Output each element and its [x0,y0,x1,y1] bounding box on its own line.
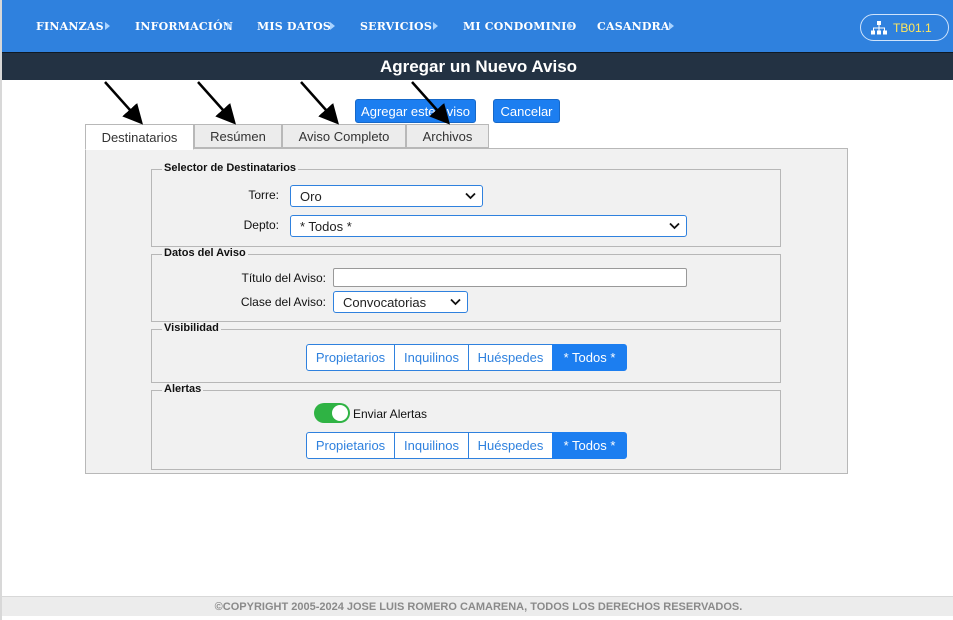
chevron-right-icon [227,22,232,30]
notice-title-label: Título del Aviso: [241,271,327,285]
dept-select[interactable]: * Todos * [290,215,687,237]
arrow-to-aviso-completo-tab [300,81,339,125]
visibility-inquilinos-button[interactable]: Inquilinos [394,344,469,371]
top-nav: FINANZAS INFORMACIÓN MIS DATOS SERVICIOS… [2,0,953,52]
chevron-down-icon [450,298,461,306]
send-alerts-label: Enviar Alertas [353,407,428,421]
visibility-segmented-control: Propietarios Inquilinos Huéspedes * Todo… [306,344,627,371]
cancel-button[interactable]: Cancelar [493,99,560,123]
nav-finanzas[interactable]: FINANZAS [36,0,104,52]
tower-select[interactable]: Oro [290,185,483,207]
notice-legend: Datos del Aviso [162,247,248,259]
tower-select-value: Oro [300,188,322,204]
nav-mi-condominio[interactable]: MI CONDOMINIO [463,0,576,52]
chevron-right-icon [433,22,438,30]
nav-informacion[interactable]: INFORMACIÓN [135,0,233,52]
chevron-right-icon [669,22,674,30]
tab-archivos[interactable]: Archivos [406,124,489,148]
tab-resumen[interactable]: Resúmen [194,124,282,148]
notice-class-value: Convocatorias [343,294,427,310]
chevron-down-icon [465,192,476,200]
alerts-inquilinos-button[interactable]: Inquilinos [394,432,469,459]
visibility-todos-button[interactable]: * Todos * [552,344,627,371]
alerts-todos-button[interactable]: * Todos * [552,432,627,459]
notice-title-input[interactable] [333,268,687,287]
tab-aviso-completo[interactable]: Aviso Completo [282,124,406,148]
visibility-huespedes-button[interactable]: Huéspedes [468,344,553,371]
alerts-segmented-control: Propietarios Inquilinos Huéspedes * Todo… [306,432,627,459]
tab-destinatarios[interactable]: Destinatarios [85,124,194,150]
alerts-huespedes-button[interactable]: Huéspedes [468,432,553,459]
nav-mis-datos[interactable]: MIS DATOS [257,0,331,52]
nav-servicios[interactable]: SERVICIOS [360,0,432,52]
footer-copyright: ©COPYRIGHT 2005-2024 JOSE LUIS ROMERO CA… [2,596,953,616]
dept-select-value: * Todos * [300,218,352,234]
user-code: TB01.1 [893,20,932,35]
nav-casandra[interactable]: CASANDRA [597,0,670,52]
visibility-legend: Visibilidad [162,322,221,334]
sitemap-icon [871,20,887,34]
add-notice-button[interactable]: Agregar este Aviso [355,99,476,123]
toggle-knob [332,405,348,421]
notice-class-select[interactable]: Convocatorias [333,291,468,313]
notice-class-label: Clase del Aviso: [240,295,326,309]
chevron-down-icon [669,222,680,230]
user-menu-button[interactable]: TB01.1 [860,14,949,41]
arrow-to-resumen-tab [197,81,236,125]
chevron-right-icon [568,22,573,30]
visibility-propietarios-button[interactable]: Propietarios [306,344,395,371]
chevron-right-icon [105,22,110,30]
tower-label: Torre: [248,188,279,202]
page: FINANZAS INFORMACIÓN MIS DATOS SERVICIOS… [0,0,953,620]
send-alerts-toggle[interactable] [314,403,350,423]
page-title: Agregar un Nuevo Aviso [2,52,953,80]
chevron-right-icon [330,22,335,30]
alerts-legend: Alertas [162,383,204,395]
arrow-to-destinatarios-tab [104,81,143,125]
dept-label: Depto: [243,218,279,232]
alerts-propietarios-button[interactable]: Propietarios [306,432,395,459]
recipients-legend: Selector de Destinatarios [162,162,299,174]
